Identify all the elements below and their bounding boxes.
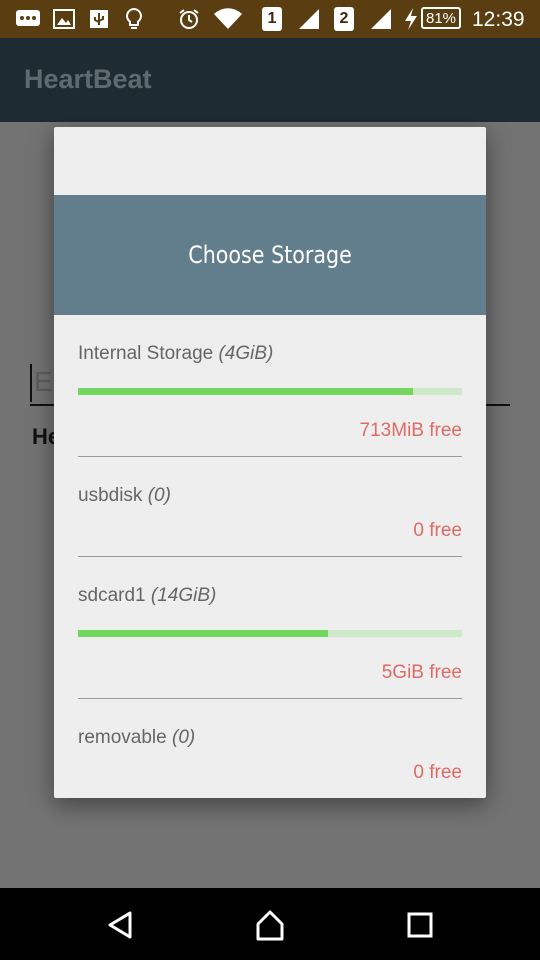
storage-usage-bar (78, 630, 462, 637)
storage-usage-bar (78, 388, 462, 395)
storage-free: 713MiB free (359, 420, 462, 441)
storage-name: usbdisk (0) (78, 485, 171, 506)
navigation-bar (0, 888, 540, 960)
charging-icon (402, 7, 420, 31)
storage-free: 0 free (413, 762, 462, 783)
dialog-header: Choose Storage (54, 195, 486, 315)
choose-storage-dialog: Choose Storage Internal Storage (4GiB) 7… (54, 127, 486, 798)
sim2-badge: 2 (334, 7, 354, 31)
text-cursor (30, 364, 32, 402)
message-icon (14, 7, 42, 31)
storage-item-removable[interactable]: removable (0) 0 free (78, 699, 462, 798)
signal-icon (368, 7, 394, 31)
signal-icon (296, 7, 322, 31)
bulb-icon (124, 7, 144, 31)
storage-list: Internal Storage (4GiB) 713MiB free usbd… (78, 315, 462, 798)
wifi-icon (212, 7, 244, 31)
storage-free: 5GiB free (381, 662, 462, 683)
alarm-icon (176, 7, 202, 31)
sim1-badge: 1 (262, 7, 282, 31)
clock: 12:39 (472, 8, 525, 31)
recents-icon[interactable] (400, 908, 440, 942)
home-icon[interactable] (250, 908, 290, 942)
battery-level: 81% (421, 7, 462, 29)
storage-name: Internal Storage (4GiB) (78, 343, 274, 364)
storage-item-internal[interactable]: Internal Storage (4GiB) 713MiB free (78, 315, 462, 457)
storage-name: sdcard1 (14GiB) (78, 585, 217, 606)
storage-name: removable (0) (78, 727, 196, 748)
storage-usage-fill (78, 388, 413, 395)
usb-icon (87, 7, 111, 31)
status-bar: 1 2 81% 12:39 (0, 0, 540, 38)
storage-free: 0 free (413, 520, 462, 541)
storage-item-usbdisk[interactable]: usbdisk (0) 0 free (78, 457, 462, 557)
app-title: HeartBeat (24, 64, 152, 94)
image-icon (52, 7, 76, 31)
dialog-title: Choose Storage (188, 241, 352, 269)
back-icon[interactable] (100, 908, 140, 942)
storage-usage-fill (78, 630, 328, 637)
storage-item-sdcard1[interactable]: sdcard1 (14GiB) 5GiB free (78, 557, 462, 699)
